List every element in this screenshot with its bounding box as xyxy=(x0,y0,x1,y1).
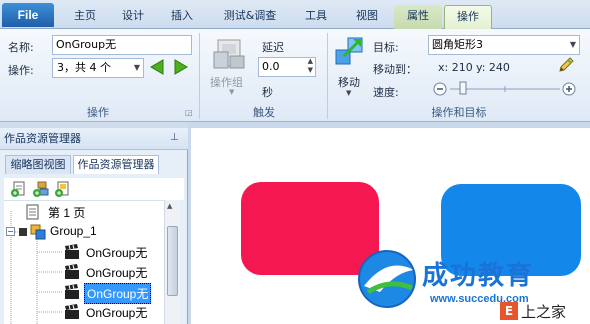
action-group-label: 操作组 xyxy=(210,76,243,89)
arrow-left-icon xyxy=(150,59,164,75)
tree-item-action[interactable]: OnGroup无 xyxy=(4,262,180,282)
move-to-x[interactable]: x: 210 xyxy=(438,61,473,74)
add-action-icon xyxy=(55,181,69,197)
tree-item-action[interactable]: OnGroup无 xyxy=(4,302,180,322)
move-to-y[interactable]: y: 240 xyxy=(476,61,510,74)
explorer-tree: 第 1 页 − Group_1 OnGroup无 OnGroup无 OnGrou… xyxy=(4,200,180,324)
move-to-label: 移动到： xyxy=(373,63,417,76)
tab-insert[interactable]: 插入 xyxy=(156,5,208,29)
clapperboard-icon xyxy=(65,304,79,319)
seconds-label: 秒 xyxy=(262,86,273,99)
name-field[interactable]: OnGroup无 xyxy=(52,35,192,55)
speed-slider[interactable] xyxy=(432,80,578,98)
clapperboard-icon xyxy=(65,284,79,299)
pin-icon[interactable]: ⊥ xyxy=(170,132,179,143)
tree-item-action[interactable]: OnGroup无 xyxy=(4,242,180,262)
group-label-trigger: 触发 xyxy=(253,106,275,119)
tree-scrollbar[interactable]: ▲ xyxy=(164,200,180,324)
tree-item-label: Group_1 xyxy=(50,224,97,238)
speed-label: 速度: xyxy=(373,86,399,99)
delay-value: 0.0 xyxy=(262,60,280,73)
tab-design[interactable]: 设计 xyxy=(110,5,156,29)
panel-title-text: 作品资源管理器 xyxy=(4,132,81,145)
group-label-action-target: 操作和目标 xyxy=(431,106,487,119)
group-icon xyxy=(30,224,46,240)
clapperboard-icon xyxy=(65,264,79,279)
collapse-icon[interactable]: − xyxy=(6,227,15,236)
tree-item-action-selected[interactable]: OnGroup无 xyxy=(4,282,180,304)
partner-logo-icon: E xyxy=(500,302,518,320)
target-value: 圆角矩形3 xyxy=(432,38,483,51)
clapperboard-icon xyxy=(65,244,79,259)
add-page-icon xyxy=(11,181,25,197)
pencil-icon xyxy=(559,57,574,72)
delay-label: 延迟 xyxy=(262,41,284,54)
move-icon xyxy=(335,37,363,65)
action-index-dropdown[interactable]: 3，共 4 个 ▼ xyxy=(52,58,144,78)
previous-action-button[interactable] xyxy=(148,58,166,76)
chevron-down-icon: ▼ xyxy=(569,40,576,49)
tree-item-label: OnGroup无 xyxy=(84,283,152,304)
new-group-button[interactable] xyxy=(32,180,50,198)
target-label: 目标: xyxy=(373,41,399,54)
edit-position-button[interactable] xyxy=(557,56,575,74)
watermark-partner: 上之家 xyxy=(521,303,567,321)
tab-project-explorer[interactable]: 作品资源管理器 xyxy=(73,155,159,174)
group-label-action: 操作 xyxy=(87,106,109,119)
action-index-value: 3，共 4 个 xyxy=(57,61,111,74)
group-marker-icon xyxy=(19,228,27,236)
action-group-button[interactable] xyxy=(212,38,246,72)
speed-slider-graphic xyxy=(433,81,576,96)
target-dropdown[interactable]: 圆角矩形3 ▼ xyxy=(428,35,580,55)
delay-input[interactable]: 0.0 ▲ ▼ xyxy=(258,57,316,77)
tab-actions[interactable]: 操作 xyxy=(444,5,492,29)
tab-view[interactable]: 视图 xyxy=(342,5,392,29)
tab-home[interactable]: 主页 xyxy=(60,5,110,29)
new-action-button[interactable] xyxy=(54,180,72,198)
chevron-down-icon: ▼ xyxy=(346,89,352,97)
page-icon xyxy=(26,204,39,220)
tab-tools[interactable]: 工具 xyxy=(292,5,340,29)
watermark-brand: 成功教育 xyxy=(422,261,535,291)
name-label: 名称: xyxy=(8,41,34,54)
tab-test-survey[interactable]: 测试&调查 xyxy=(212,5,288,29)
explorer-toolbar xyxy=(4,178,184,200)
scroll-thumb[interactable] xyxy=(167,226,178,296)
move-label: 移动 xyxy=(338,76,360,89)
chevron-down-icon: ▼ xyxy=(133,63,140,72)
move-button[interactable] xyxy=(334,34,366,68)
tree-item-label: OnGroup无 xyxy=(86,266,148,280)
tree-item-label: OnGroup无 xyxy=(86,306,148,320)
tab-properties[interactable]: 属性 xyxy=(394,5,442,29)
action-label: 操作: xyxy=(8,64,34,77)
tree-item-label: 第 1 页 xyxy=(48,206,86,220)
file-menu-button[interactable]: File xyxy=(2,3,54,27)
action-group-icon xyxy=(213,39,245,69)
tree-item-page[interactable]: 第 1 页 xyxy=(4,202,180,222)
watermark-logo xyxy=(356,248,418,310)
tree-item-group[interactable]: − Group_1 xyxy=(4,222,180,242)
spinner-icon[interactable]: ▲ ▼ xyxy=(308,57,313,75)
arrow-right-icon xyxy=(174,59,188,75)
add-group-icon xyxy=(33,181,49,197)
tab-thumbnail-view[interactable]: 缩略图视图 xyxy=(5,155,71,174)
tree-item-label: OnGroup无 xyxy=(86,246,148,260)
dialog-launcher-icon[interactable]: ◲ xyxy=(185,108,193,117)
scroll-up-icon[interactable]: ▲ xyxy=(167,202,172,210)
globe-logo-icon xyxy=(358,250,416,308)
new-page-button[interactable] xyxy=(10,180,28,198)
chevron-down-icon: ▼ xyxy=(229,88,235,96)
panel-title: 作品资源管理器 xyxy=(0,128,188,150)
next-action-button[interactable] xyxy=(172,58,190,76)
